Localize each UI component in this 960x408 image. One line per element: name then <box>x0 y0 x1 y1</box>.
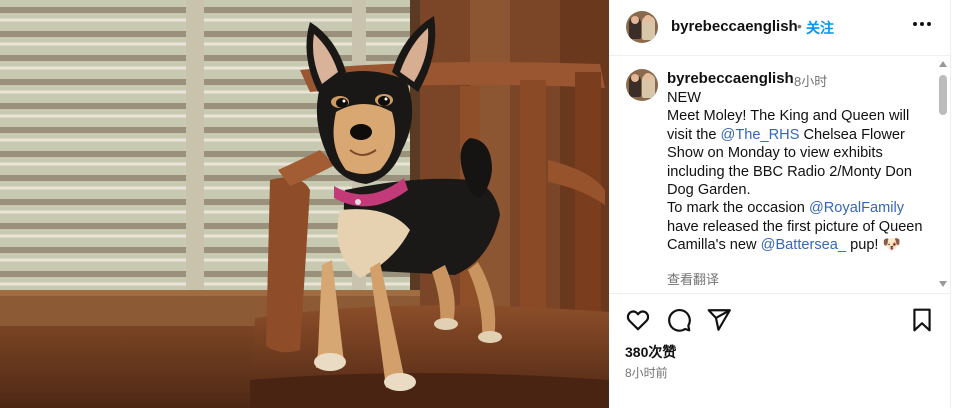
post-photo[interactable] <box>0 0 609 408</box>
post-header: byrebeccaenglish • 关注 <box>609 0 950 56</box>
caption-username[interactable]: byrebeccaenglish <box>667 70 794 87</box>
dog-photo-illustration <box>0 0 609 408</box>
post-time-ago: 8小时前 <box>625 366 668 380</box>
window-edge <box>950 0 960 408</box>
post-sidebar: byrebeccaenglish • 关注 byrebeccaenglish 8… <box>609 0 950 408</box>
scroll-up-arrow-icon[interactable] <box>939 61 947 67</box>
caption-text-segment: To mark the occasion <box>667 200 809 217</box>
avatar[interactable] <box>626 11 658 43</box>
like-count[interactable]: 380次赞 <box>625 342 676 362</box>
mention-the-rhs[interactable]: @The_RHS <box>721 127 800 143</box>
more-icon[interactable] <box>910 12 934 36</box>
caption-text: NEW Meet Moley! The King and Queen will … <box>667 89 927 255</box>
heart-icon[interactable] <box>625 307 651 333</box>
caption-line-new: NEW <box>667 90 702 106</box>
caption-paragraph-1: Meet Moley! The King and Queen will visi… <box>667 107 927 199</box>
scroll-thumb[interactable] <box>939 75 947 115</box>
caption-timestamp: 8小时 <box>794 74 828 89</box>
see-translation-link[interactable]: 查看翻译 <box>667 269 719 288</box>
separator-dot: • <box>797 18 802 34</box>
action-bar: 380次赞 8小时前 <box>609 295 950 408</box>
share-icon[interactable] <box>706 307 732 333</box>
caption-scrollbar[interactable] <box>936 57 950 293</box>
caption-paragraph-2: To mark the occasion @RoyalFamily have r… <box>667 199 927 254</box>
caption-avatar[interactable] <box>626 69 658 101</box>
caption-section: byrebeccaenglish 8小时 NEW Meet Moley! The… <box>609 57 950 294</box>
caption-text-segment: pup! 🐶 <box>846 237 901 254</box>
follow-button[interactable]: 关注 <box>806 18 834 38</box>
comment-icon[interactable] <box>666 307 692 333</box>
scroll-down-arrow-icon[interactable] <box>939 281 947 287</box>
header-username[interactable]: byrebeccaenglish <box>671 18 798 35</box>
mention-battersea[interactable]: @Battersea_ <box>761 237 846 253</box>
bookmark-icon[interactable] <box>909 307 935 333</box>
mention-royal-family[interactable]: @RoyalFamily <box>809 200 904 216</box>
